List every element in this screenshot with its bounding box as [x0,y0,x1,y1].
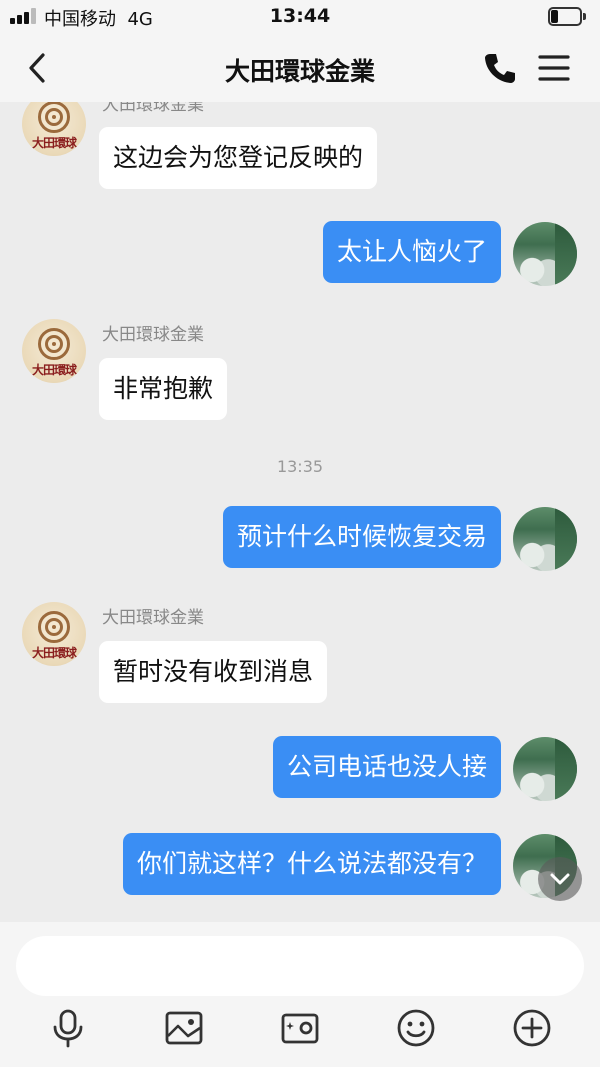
plus-icon [513,1009,551,1047]
back-button[interactable] [20,50,56,86]
menu-button[interactable] [536,50,572,86]
sender-name: 大田環球金業 [102,325,204,345]
microphone-icon [53,1009,83,1048]
photo-button[interactable] [164,1008,204,1048]
sender-name: 大田環球金業 [102,102,204,115]
chat-screen: 中国移动 4G 13:44 大田環球金業 大田環球 大田環球金業 这边会为您登记… [0,0,600,1067]
message-bubble[interactable]: 暂时没有收到消息 [99,641,328,703]
emoji-button[interactable] [396,1008,436,1048]
message-bubble[interactable]: 非常抱歉 [99,358,228,420]
message-list[interactable]: 大田環球 大田環球金業 这边会为您登记反映的 太让人恼火了 大田環球 大田環球金… [0,102,600,922]
status-time: 13:44 [269,5,331,27]
sender-name: 大田環球金業 [102,608,204,628]
status-bar: 中国移动 4G 13:44 [0,0,600,34]
chevron-down-icon [550,873,570,885]
avatar-logo-text: 大田環球 [31,136,77,150]
message-input[interactable] [16,936,584,996]
nav-bar: 大田環球金業 [0,34,600,102]
avatar-logo-text: 大田環球 [31,646,77,660]
avatar-logo-text: 大田環球 [31,363,77,377]
user-avatar[interactable] [513,222,577,286]
sender-avatar[interactable]: 大田環球 [22,602,86,666]
message-bubble[interactable]: 预计什么时候恢复交易 [222,506,501,568]
message-bubble[interactable]: 这边会为您登记反映的 [99,127,378,189]
sender-avatar[interactable]: 大田環球 [22,319,86,383]
image-icon [165,1011,203,1045]
message-bubble[interactable]: 太让人恼火了 [322,221,501,283]
emoji-icon [397,1009,435,1047]
camera-icon [281,1013,319,1044]
more-button[interactable] [512,1008,552,1048]
voice-button[interactable] [48,1008,88,1048]
user-avatar[interactable] [513,737,577,801]
back-chevron-icon [29,53,45,83]
input-bar [0,922,600,1067]
battery-level [551,10,558,23]
logo-emblem-icon [38,328,70,360]
logo-emblem-icon [38,611,70,643]
sender-avatar[interactable]: 大田環球 [22,102,86,156]
user-avatar[interactable] [513,507,577,571]
message-bubble[interactable]: 公司电话也没人接 [272,736,501,798]
call-button[interactable] [482,50,518,86]
camera-button[interactable] [280,1008,320,1048]
battery-icon [548,7,586,26]
menu-icon [538,55,570,81]
phone-icon [485,54,515,83]
scroll-to-bottom-button[interactable] [538,857,582,901]
logo-emblem-icon [38,102,70,133]
time-divider: 13:35 [276,457,324,476]
message-bubble[interactable]: 你们就这样？什么说法都没有？ [122,833,501,895]
